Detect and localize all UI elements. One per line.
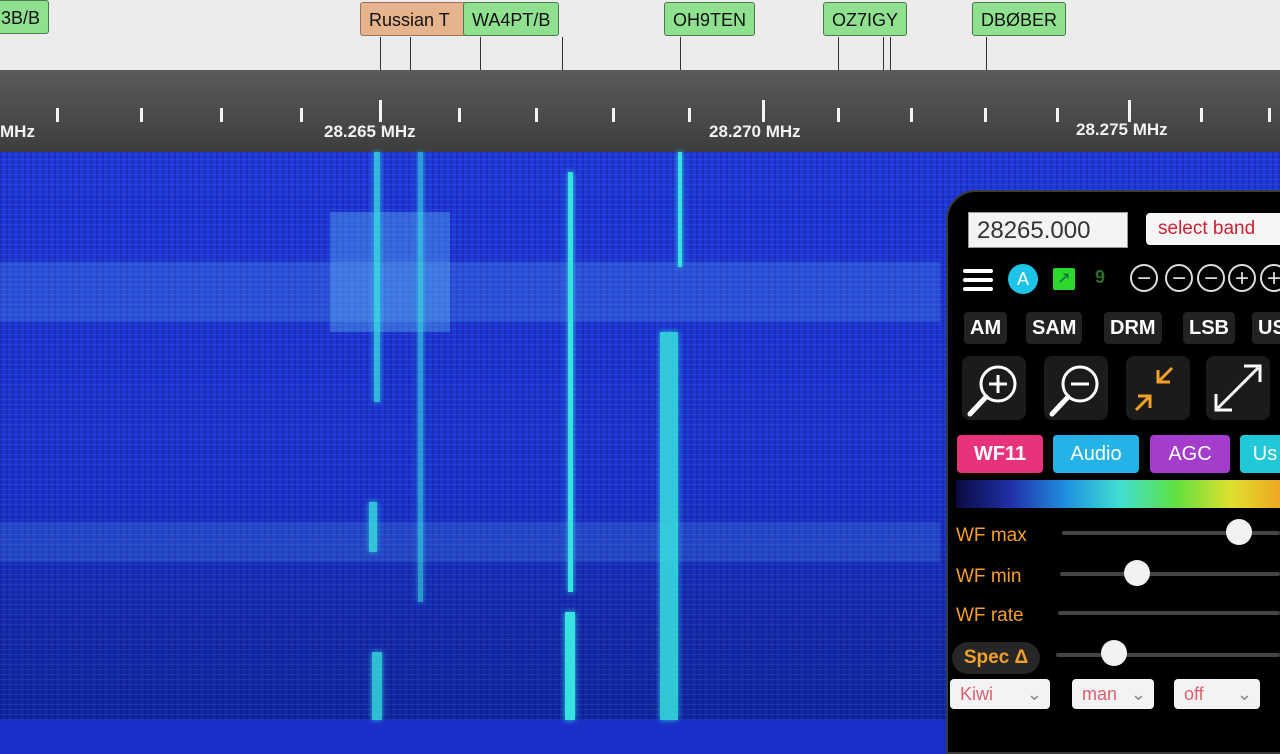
scale-tick [837, 108, 840, 122]
minus-circle-icon[interactable]: − [1197, 264, 1225, 292]
minus-circle-icon[interactable]: − [1165, 264, 1193, 292]
scale-tick-major [379, 100, 382, 122]
scale-tick [535, 108, 538, 122]
scale-tick [56, 108, 59, 122]
chevron-down-icon: ⌄ [1026, 684, 1042, 704]
zoom-out-icon [1049, 365, 1099, 417]
frequency-scale[interactable]: MHz 28.265 MHz 28.270 MHz 28.275 MHz [0, 70, 1280, 170]
freq-label-28275: 28.275 MHz [1076, 120, 1168, 139]
label-marker [986, 37, 987, 70]
zoom-in-icon [967, 365, 1017, 417]
signal-trace [369, 502, 377, 552]
zoom-in-button[interactable] [962, 356, 1026, 420]
nine-indicator: 9 [1095, 267, 1106, 287]
label-marker [890, 37, 891, 70]
scale-tick [910, 108, 913, 122]
station-label-oz7igy[interactable]: OZ7IGY [823, 2, 908, 36]
wf-min-slider[interactable] [1060, 572, 1280, 576]
signal-trace [660, 332, 678, 720]
wf-max-label: WF max [956, 525, 1027, 546]
spec-delta-button[interactable]: Spec Δ [952, 642, 1040, 674]
scale-tick [1056, 108, 1059, 122]
freq-label-28265: 28.265 MHz [324, 122, 416, 141]
label-marker [380, 37, 381, 70]
label-marker [883, 37, 884, 70]
station-label-3b[interactable]: 3B/B [0, 0, 50, 34]
scale-tick-major [762, 100, 765, 122]
wf-min-label: WF min [956, 566, 1022, 587]
chevron-down-icon: ⌄ [1236, 684, 1252, 704]
scale-tick [140, 108, 143, 122]
wf-rate-label: WF rate [956, 605, 1024, 626]
signal-band [0, 522, 940, 562]
external-link-icon[interactable]: ↗ [1053, 268, 1075, 290]
tab-wf[interactable]: WF11 [957, 435, 1043, 473]
station-label-strip: 3B/B Russian T WA4PT/B OH9TEN OZ7IGY DBØ… [0, 0, 1280, 70]
signal-cluster [330, 212, 450, 332]
mode-sam-button[interactable]: SAM [1026, 312, 1083, 344]
signal-trace [374, 152, 380, 402]
label-marker [480, 37, 481, 70]
label-marker [410, 37, 411, 70]
station-label-db0ber[interactable]: DBØBER [972, 2, 1067, 36]
expand-arrows-icon [1214, 364, 1262, 412]
station-label-oh9ten[interactable]: OH9TEN [664, 2, 756, 36]
signal-trace [418, 152, 423, 602]
signal-trace [678, 152, 682, 267]
mode-drm-button[interactable]: DRM [1104, 312, 1162, 344]
wf-max-slider-thumb[interactable] [1226, 519, 1252, 545]
waterfall-colormap [956, 480, 1280, 508]
minus-circle-icon[interactable]: − [1130, 264, 1158, 292]
label-marker [838, 37, 839, 70]
kiwi-select-value: Kiwi [960, 684, 994, 704]
tab-audio[interactable]: Audio [1053, 435, 1139, 473]
scale-tick [1200, 108, 1203, 122]
mode-am-button[interactable]: AM [964, 312, 1008, 344]
label-marker [562, 37, 563, 70]
spec-slider[interactable] [1056, 653, 1280, 657]
freq-label-left: MHz [0, 122, 35, 141]
mode-lsb-button[interactable]: LSB [1183, 312, 1235, 344]
wf-rate-slider[interactable] [1058, 611, 1280, 615]
select-band-dropdown[interactable]: select band [1146, 213, 1280, 245]
scale-tick [612, 108, 615, 122]
signal-trace [568, 172, 573, 592]
zoom-max-button[interactable] [1206, 356, 1270, 420]
tab-agc[interactable]: AGC [1150, 435, 1230, 473]
scale-tick [984, 108, 987, 122]
label-marker [680, 37, 681, 70]
kiwi-select[interactable]: Kiwi ⌄ [950, 679, 1050, 709]
chevron-down-icon: ⌄ [1130, 684, 1146, 704]
tab-user[interactable]: Us [1240, 435, 1280, 473]
signal-trace [372, 652, 382, 720]
scale-tick [1268, 108, 1271, 122]
wf-min-slider-thumb[interactable] [1124, 560, 1150, 586]
scale-tick-major [1128, 100, 1131, 122]
station-label-wa4pt[interactable]: WA4PT/B [463, 2, 560, 36]
station-label-russian[interactable]: Russian T [360, 2, 470, 36]
compress-arrows-icon [1134, 366, 1174, 412]
freq-label-28270: 28.270 MHz [709, 122, 801, 141]
signal-trace [565, 612, 575, 720]
plus-circle-icon[interactable]: + [1228, 264, 1256, 292]
signal-band [0, 262, 940, 322]
man-select[interactable]: man ⌄ [1072, 679, 1154, 709]
scale-tick [300, 108, 303, 122]
man-select-value: man [1082, 684, 1118, 704]
a-button[interactable]: A [1008, 264, 1038, 294]
zoom-band-button[interactable] [1126, 356, 1190, 420]
off-select-value: off [1184, 684, 1204, 704]
zoom-out-button[interactable] [1044, 356, 1108, 420]
spec-slider-thumb[interactable] [1101, 640, 1127, 666]
mode-usb-button[interactable]: US [1252, 312, 1280, 344]
plus-circle-icon[interactable]: + [1260, 264, 1280, 292]
scale-tick [458, 108, 461, 122]
off-select[interactable]: off ⌄ [1174, 679, 1260, 709]
frequency-input[interactable]: 28265.000 [968, 212, 1128, 248]
scale-tick [220, 108, 223, 122]
scale-tick [688, 108, 691, 122]
